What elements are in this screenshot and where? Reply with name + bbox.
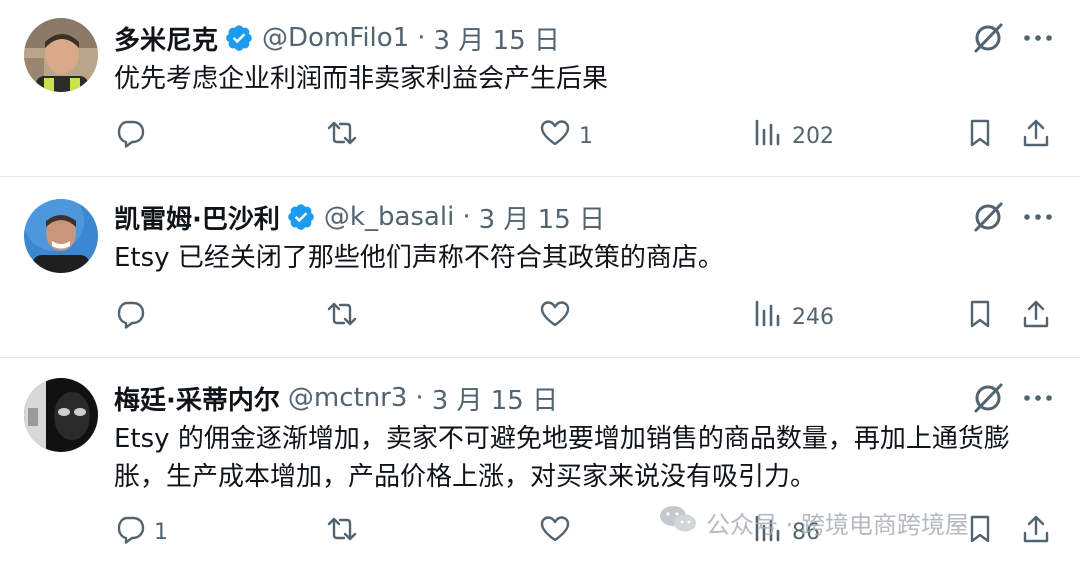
verified-badge-icon: [224, 23, 254, 53]
author-handle[interactable]: @DomFilo1: [262, 23, 409, 53]
watermark-text: 公众号 · 跨境电商跨境屋: [706, 510, 969, 539]
more-icon[interactable]: [1020, 20, 1056, 56]
reply-icon: [114, 117, 146, 155]
avatar-2[interactable]: [24, 199, 98, 273]
reply-button[interactable]: 1: [114, 512, 168, 552]
avatar-3[interactable]: [24, 378, 98, 452]
bookmark-button[interactable]: [964, 297, 996, 337]
views-button[interactable]: 202: [752, 116, 834, 156]
tweet-date[interactable]: 3 月 15 日: [432, 380, 558, 417]
separator-dot: ·: [417, 23, 426, 53]
repost-icon: [326, 513, 358, 551]
like-button[interactable]: 1: [539, 116, 593, 156]
tweet-header: 梅廷·采蒂内尔 @mctnr3 · 3 月 15 日: [114, 378, 558, 418]
share-icon: [1020, 298, 1052, 336]
views-icon: [752, 298, 784, 336]
share-button[interactable]: [1020, 116, 1052, 156]
views-button[interactable]: 246: [752, 297, 834, 337]
author-name[interactable]: 梅廷·采蒂内尔: [114, 380, 280, 417]
like-icon: [539, 117, 571, 155]
like-button[interactable]: [539, 297, 579, 337]
wechat-icon: [658, 503, 706, 541]
like-count: 1: [579, 123, 593, 149]
share-icon: [1020, 117, 1052, 155]
tweet-1[interactable]: 多米尼克 @DomFilo1 · 3 月 15 日 优先考虑企业利润而非卖家利益…: [0, 0, 1080, 176]
repost-button[interactable]: [326, 512, 366, 552]
reply-icon: [114, 298, 146, 336]
wechat-watermark: 公众号 · 跨境电商跨境屋: [658, 502, 969, 542]
tweet-date[interactable]: 3 月 15 日: [434, 20, 560, 57]
repost-button[interactable]: [326, 116, 366, 156]
share-button[interactable]: [1020, 512, 1052, 552]
tweet-text: Etsy 已经关闭了那些他们声称不符合其政策的商店。: [114, 243, 724, 273]
grok-icon[interactable]: [970, 20, 1006, 56]
reply-button[interactable]: [114, 297, 154, 337]
views-count: 246: [792, 304, 834, 330]
grok-icon[interactable]: [970, 199, 1006, 235]
verified-badge-icon: [286, 202, 316, 232]
like-icon: [539, 298, 571, 336]
views-count: 202: [792, 123, 834, 149]
tweet-header: 多米尼克 @DomFilo1 · 3 月 15 日: [114, 18, 560, 58]
grok-icon[interactable]: [970, 380, 1006, 416]
avatar-1[interactable]: [24, 18, 98, 92]
repost-icon: [326, 117, 358, 155]
tweet-header: 凯雷姆·巴沙利 @k_basali · 3 月 15 日: [114, 197, 605, 237]
tweet-date[interactable]: 3 月 15 日: [479, 199, 605, 236]
like-button[interactable]: [539, 512, 579, 552]
like-icon: [539, 513, 571, 551]
author-handle[interactable]: @k_basali: [324, 202, 454, 232]
author-name[interactable]: 凯雷姆·巴沙利: [114, 199, 280, 236]
reply-button[interactable]: [114, 116, 154, 156]
author-name[interactable]: 多米尼克: [114, 20, 218, 57]
separator-dot: ·: [415, 383, 424, 413]
share-icon: [1020, 513, 1052, 551]
bookmark-button[interactable]: [964, 116, 996, 156]
bookmark-icon: [964, 298, 996, 336]
reply-icon: [114, 513, 146, 551]
more-icon[interactable]: [1020, 380, 1056, 416]
author-handle[interactable]: @mctnr3: [288, 383, 408, 413]
tweet-text: 优先考虑企业利润而非卖家利益会产生后果: [114, 64, 609, 94]
share-button[interactable]: [1020, 297, 1052, 337]
reply-count: 1: [154, 519, 168, 545]
tweet-text: Etsy 的佣金逐渐增加，卖家不可避免地要增加销售的商品数量，再加上通货膨胀，生…: [114, 424, 1010, 492]
views-icon: [752, 117, 784, 155]
tweet-2[interactable]: 凯雷姆·巴沙利 @k_basali · 3 月 15 日 Etsy 已经关闭了那…: [0, 177, 1080, 357]
more-icon[interactable]: [1020, 199, 1056, 235]
repost-icon: [326, 298, 358, 336]
repost-button[interactable]: [326, 297, 366, 337]
separator-dot: ·: [462, 202, 471, 232]
bookmark-icon: [964, 117, 996, 155]
